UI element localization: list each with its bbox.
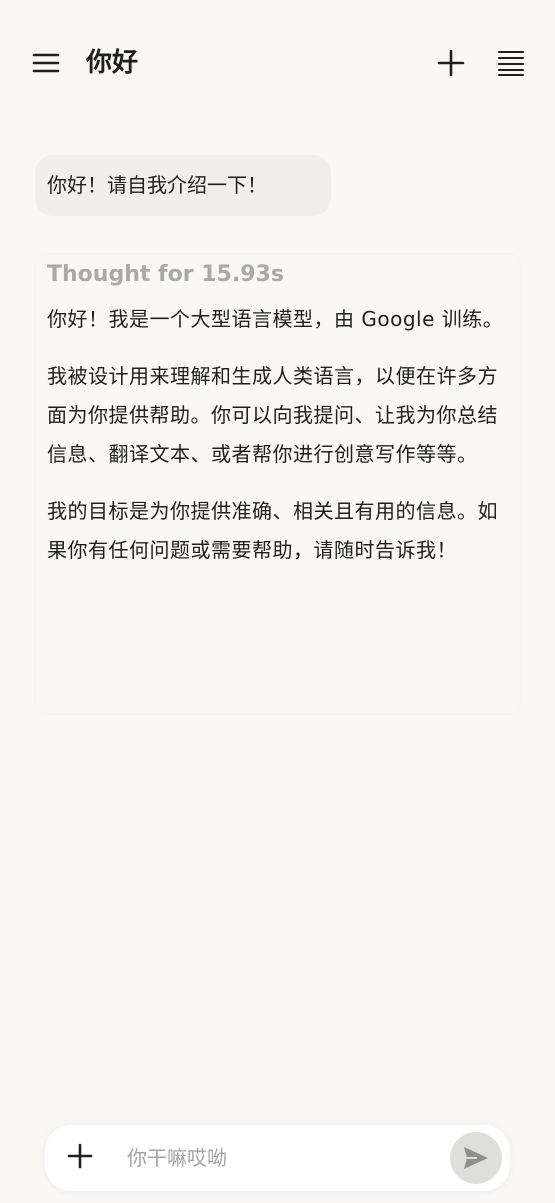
send-icon [464, 1147, 488, 1169]
page-title: 你好 [86, 48, 139, 78]
message-composer [45, 1125, 510, 1191]
send-button[interactable] [450, 1132, 502, 1184]
user-message: 你好！请自我介绍一下！ [35, 155, 331, 216]
list-icon [498, 51, 524, 76]
thought-toggle[interactable]: Thought for 15.93s [47, 260, 511, 290]
new-chat-button[interactable] [432, 44, 470, 82]
assistant-paragraph: 我被设计用来理解和生成人类语言，以便在许多方面为你提供帮助。你可以向我提问、让我… [47, 364, 498, 466]
assistant-message: Thought for 15.93s 你好！我是一个大型语言模型，由 Googl… [35, 254, 521, 714]
message-input[interactable] [127, 1137, 437, 1179]
plus-icon [67, 1143, 93, 1169]
top-bar: 你好 [0, 0, 555, 128]
plus-icon [437, 49, 465, 77]
menu-button[interactable] [28, 44, 64, 82]
assistant-paragraph: 我的目标是为你提供准确、相关且有用的信息。如果你有任何问题或需要帮助，请随时告诉… [47, 499, 498, 562]
history-button[interactable] [492, 44, 530, 82]
attach-button[interactable] [63, 1139, 97, 1173]
hamburger-menu-icon [32, 53, 60, 73]
assistant-paragraph: 你好！我是一个大型语言模型，由 Google 训练。 [47, 307, 504, 331]
